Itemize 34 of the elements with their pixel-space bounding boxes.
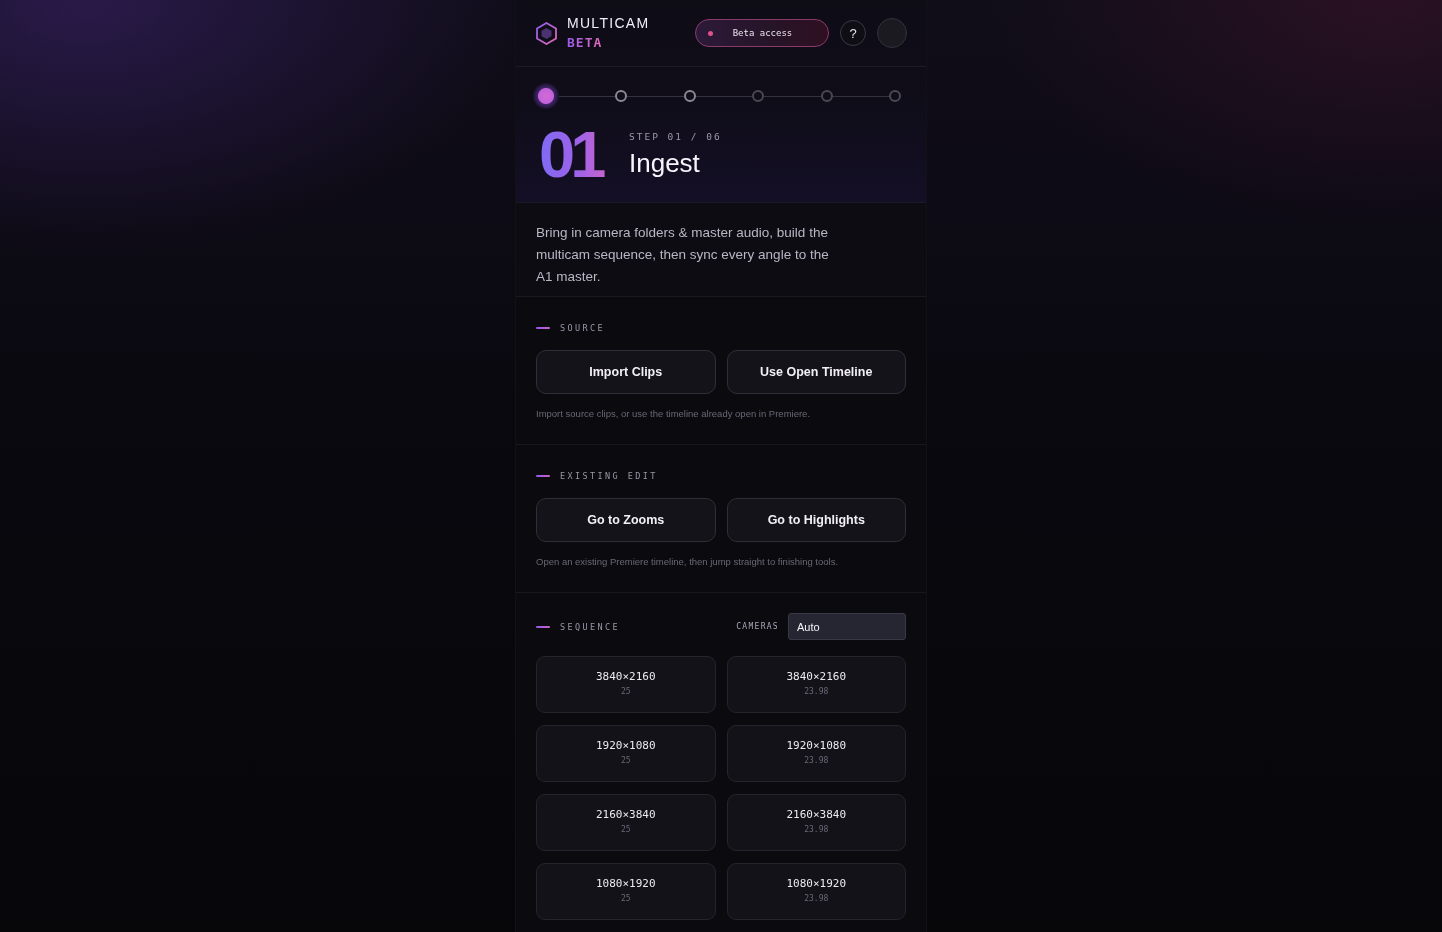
hexagon-logo-icon bbox=[536, 21, 557, 45]
step-title: Ingest bbox=[629, 148, 701, 178]
preset-card[interactable]: 2160×3840 25 bbox=[536, 794, 716, 851]
action-button[interactable]: Use Open Timeline bbox=[726, 350, 906, 394]
step-description: Bring in camera folders & master audio, build the multicam sequence, then sync every angle to the A1 master. bbox=[536, 224, 830, 286]
status-dot-icon bbox=[708, 30, 713, 36]
action-button[interactable]: Go to Zooms bbox=[536, 498, 716, 542]
dash-icon bbox=[536, 625, 550, 628]
beta-access-pill[interactable]: Beta access bbox=[695, 19, 829, 47]
preset-card[interactable]: 1920×1080 23.98 bbox=[726, 725, 906, 782]
preset-card[interactable]: 1080×1920 23.98 bbox=[726, 863, 906, 920]
brand-name: MULTICAM bbox=[567, 14, 650, 33]
preset-card[interactable]: 3840×2160 23.98 bbox=[726, 656, 906, 713]
section-label: SOURCE bbox=[560, 322, 606, 334]
dash-icon bbox=[536, 475, 550, 477]
action-button[interactable]: Import Clips bbox=[536, 350, 716, 394]
cameras-label: CAMERAS bbox=[736, 622, 779, 631]
cameras-select[interactable]: Auto bbox=[788, 613, 906, 640]
preset-card[interactable]: 1080×1920 25 bbox=[536, 863, 716, 920]
preset-card[interactable]: 1920×1080 25 bbox=[536, 725, 716, 782]
step-dot[interactable] bbox=[533, 83, 559, 109]
action-button[interactable]: Go to Highlights bbox=[726, 498, 906, 542]
section-label: SEQUENCE bbox=[560, 620, 621, 633]
step-dot[interactable] bbox=[683, 90, 696, 102]
preset-card[interactable]: 2160×3840 23.98 bbox=[726, 794, 906, 851]
dash-icon bbox=[536, 327, 550, 329]
section-label: EXISTING EDIT bbox=[560, 470, 658, 482]
step-counter: STEP 01 / 06 bbox=[629, 131, 722, 143]
hint-text: Import source clips, or use the timeline already open in Premiere. bbox=[536, 407, 812, 421]
step-dot[interactable] bbox=[615, 90, 628, 102]
hint-text: Open an existing Premiere timeline, then jump straight to finishing tools. bbox=[536, 555, 840, 569]
avatar-icon[interactable] bbox=[877, 18, 907, 48]
preset-card[interactable]: 3840×2160 25 bbox=[536, 656, 716, 713]
help-button[interactable]: ? bbox=[840, 20, 866, 46]
